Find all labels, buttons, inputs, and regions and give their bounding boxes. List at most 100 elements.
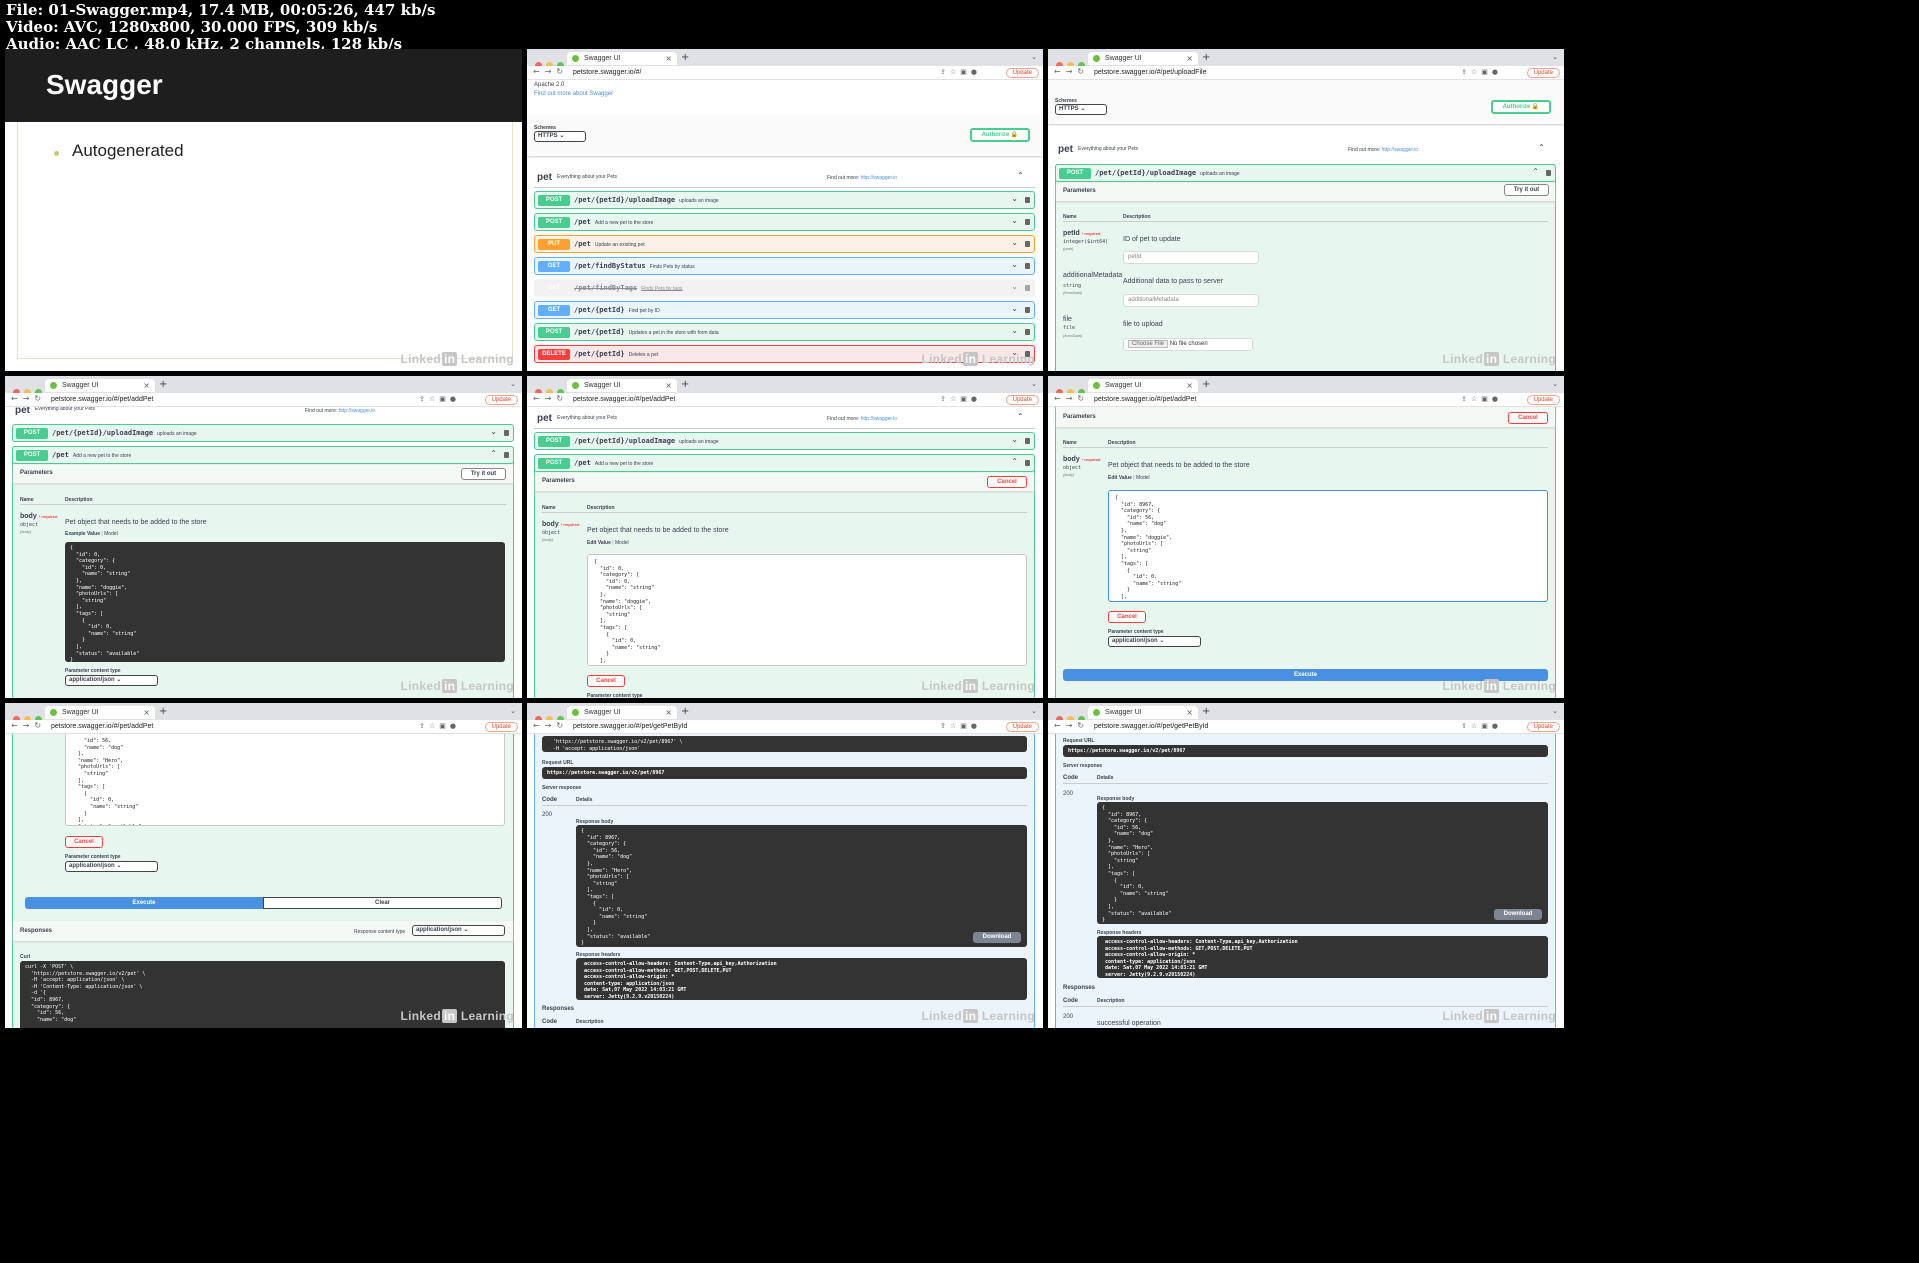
download-button[interactable]: Download — [1494, 909, 1542, 920]
url-field[interactable]: petstore.swagger.io/#/ — [573, 69, 642, 76]
chevron-up-icon[interactable]: ⌃ — [1017, 171, 1024, 180]
new-tab-icon[interactable]: + — [1202, 379, 1210, 390]
toolbar-icons[interactable]: ⇪☆▣● — [419, 722, 460, 730]
update-button[interactable]: Update — [1005, 395, 1039, 405]
op-find-by-tags[interactable]: GET/pet/findByTags Finds Pets by tags ⌄ — [534, 279, 1035, 297]
authorize-button[interactable]: Authorize 🔒 — [970, 128, 1030, 142]
update-button[interactable]: Update — [1005, 722, 1039, 732]
tag-external-link[interactable]: Find out more: http://swagger.io — [305, 408, 375, 414]
browser-tab[interactable]: Swagger UI × — [45, 706, 155, 719]
tag-name[interactable]: pet — [15, 407, 30, 416]
license-link[interactable]: Apache 2.0 — [534, 82, 564, 88]
close-tab-icon[interactable]: × — [143, 708, 150, 717]
new-tab-icon[interactable]: + — [1202, 52, 1210, 63]
authorize-button[interactable]: Authorize 🔒 — [1491, 100, 1551, 114]
op-upload-image[interactable]: POST/pet/{petId}/uploadImage uploads an i… — [534, 432, 1035, 450]
toolbar-icons[interactable]: ⇪☆▣● — [1461, 68, 1502, 76]
navigation-icons[interactable]: ←→↻ — [533, 67, 568, 76]
close-tab-icon[interactable]: × — [665, 708, 672, 717]
tab-menu-icon[interactable]: ⌄ — [1031, 53, 1037, 61]
url-field[interactable]: petstore.swagger.io/#/pet/addPet — [573, 396, 675, 403]
op-add-pet[interactable]: POST/pet Add a new pet to the store ⌃ — [534, 454, 1035, 472]
close-tab-icon[interactable]: × — [1186, 54, 1193, 63]
tab-menu-icon[interactable]: ⌄ — [1031, 380, 1037, 388]
new-tab-icon[interactable]: + — [681, 52, 689, 63]
new-tab-icon[interactable]: + — [1202, 706, 1210, 717]
clear-button[interactable]: Clear — [263, 897, 502, 909]
toolbar-icons[interactable]: ⇪☆▣● — [940, 68, 981, 76]
browser-tab[interactable]: Swagger UI × — [1088, 706, 1198, 719]
body-editor[interactable]: "id": 56, "name": "dog" }, "name": "Hero… — [65, 734, 505, 826]
tab-menu-icon[interactable]: ⌄ — [510, 380, 516, 388]
close-tab-icon[interactable]: × — [665, 54, 672, 63]
additional-metadata-input[interactable]: additionalMetadata — [1123, 294, 1259, 307]
op-get-pet-by-id[interactable]: GET/pet/{petId} Find pet by ID ⌄ — [534, 301, 1035, 319]
tag-external-link[interactable]: Find out more: http://swagger.io — [827, 175, 897, 181]
browser-tab[interactable]: Swagger UI × — [1088, 52, 1198, 65]
body-editor[interactable]: { "id": 0, "category": { "id": 0, "name"… — [587, 554, 1027, 666]
toolbar-icons[interactable]: ⇪☆▣● — [1461, 395, 1502, 403]
op-upload-image[interactable]: POST/pet/{petId}/uploadImage uploads an i… — [12, 424, 514, 442]
cancel-button[interactable]: Cancel — [1508, 412, 1548, 424]
download-button[interactable]: Download — [973, 932, 1021, 943]
try-it-out-button[interactable]: Try it out — [1504, 184, 1549, 196]
tag-name[interactable]: pet — [537, 413, 552, 424]
new-tab-icon[interactable]: + — [159, 706, 167, 717]
tab-menu-icon[interactable]: ⌄ — [1552, 380, 1558, 388]
op-upload-image[interactable]: POST/pet/{petId}/uploadImage uploads an i… — [1055, 164, 1556, 182]
new-tab-icon[interactable]: + — [681, 706, 689, 717]
op-find-by-status[interactable]: GET/pet/findByStatus Finds Pets by status… — [534, 257, 1035, 275]
browser-tab[interactable]: Swagger UI × — [45, 379, 155, 392]
new-tab-icon[interactable]: + — [159, 379, 167, 390]
update-button[interactable]: Update — [484, 395, 518, 405]
browser-tab[interactable]: Swagger UI × — [567, 52, 677, 65]
close-tab-icon[interactable]: × — [665, 381, 672, 390]
url-field[interactable]: petstore.swagger.io/#/pet/addPet — [1094, 396, 1196, 403]
scheme-select[interactable]: HTTPS ⌄ — [1055, 104, 1107, 115]
tag-external-link[interactable]: Find out more: http://swagger.io — [1348, 147, 1418, 153]
toolbar-icons[interactable]: ⇪☆▣● — [1461, 722, 1502, 730]
find-out-link[interactable]: Find out more about Swagger — [534, 91, 613, 97]
try-it-out-button[interactable]: Try it out — [461, 468, 506, 480]
scheme-select[interactable]: HTTPS ⌄ — [534, 131, 586, 142]
op-add-pet[interactable]: POST/pet Add a new pet to the store ⌄ — [534, 213, 1035, 231]
navigation-icons[interactable]: ←→↻ — [1054, 67, 1089, 76]
tag-name[interactable]: pet — [1058, 144, 1073, 155]
op-add-pet[interactable]: POST/pet Add a new pet to the store ⌃ — [12, 446, 514, 464]
navigation-icons[interactable]: ←→↻ — [11, 394, 46, 403]
cancel-button-lower[interactable]: Cancel — [1108, 611, 1146, 623]
edit-model-tabs[interactable]: Edit Value | Model — [587, 540, 629, 546]
body-editor[interactable]: { "id": 8967, "category": { "id": 56, "n… — [1108, 490, 1548, 602]
op-update-pet-form[interactable]: POST/pet/{petId} Updates a pet in the sto… — [534, 323, 1035, 341]
navigation-icons[interactable]: ←→↻ — [11, 721, 46, 730]
chevron-up-icon[interactable]: ⌃ — [1538, 143, 1545, 152]
tag-external-link[interactable]: Find out more: http://swagger.io — [827, 416, 897, 422]
cancel-button[interactable]: Cancel — [987, 476, 1027, 488]
choose-file-button[interactable]: Choose File — [1128, 340, 1169, 348]
toolbar-icons[interactable]: ⇪☆▣● — [419, 395, 460, 403]
navigation-icons[interactable]: ←→↻ — [533, 394, 568, 403]
edit-model-tabs[interactable]: Edit Value | Model — [1108, 475, 1150, 481]
update-button[interactable]: Update — [1005, 68, 1039, 78]
update-button[interactable]: Update — [1526, 395, 1560, 405]
navigation-icons[interactable]: ←→↻ — [1054, 394, 1089, 403]
param-content-type-select[interactable]: application/json ⌄ — [65, 675, 158, 686]
op-upload-image[interactable]: POST/pet/{petId}/uploadImage uploads an i… — [534, 191, 1035, 209]
tab-menu-icon[interactable]: ⌄ — [1552, 53, 1558, 61]
op-update-pet[interactable]: PUT/pet Update an existing pet ⌄ — [534, 235, 1035, 253]
toolbar-icons[interactable]: ⇪☆▣● — [940, 395, 981, 403]
close-tab-icon[interactable]: × — [1186, 381, 1193, 390]
update-button[interactable]: Update — [1526, 68, 1560, 78]
close-tab-icon[interactable]: × — [1186, 708, 1193, 717]
cancel-button-lower[interactable]: Cancel — [587, 675, 625, 687]
param-content-type-select[interactable]: application/json ⌄ — [1108, 636, 1201, 647]
update-button[interactable]: Update — [484, 722, 518, 732]
tab-menu-icon[interactable]: ⌄ — [510, 707, 516, 715]
example-model-tabs[interactable]: Example Value | Model — [65, 531, 118, 537]
url-field[interactable]: petstore.swagger.io/#/pet/uploadFile — [1094, 69, 1206, 76]
new-tab-icon[interactable]: + — [681, 379, 689, 390]
chevron-up-icon[interactable]: ⌃ — [1017, 412, 1024, 421]
cancel-button[interactable]: Cancel — [65, 836, 103, 848]
navigation-icons[interactable]: ←→↻ — [533, 721, 568, 730]
close-tab-icon[interactable]: × — [143, 381, 150, 390]
